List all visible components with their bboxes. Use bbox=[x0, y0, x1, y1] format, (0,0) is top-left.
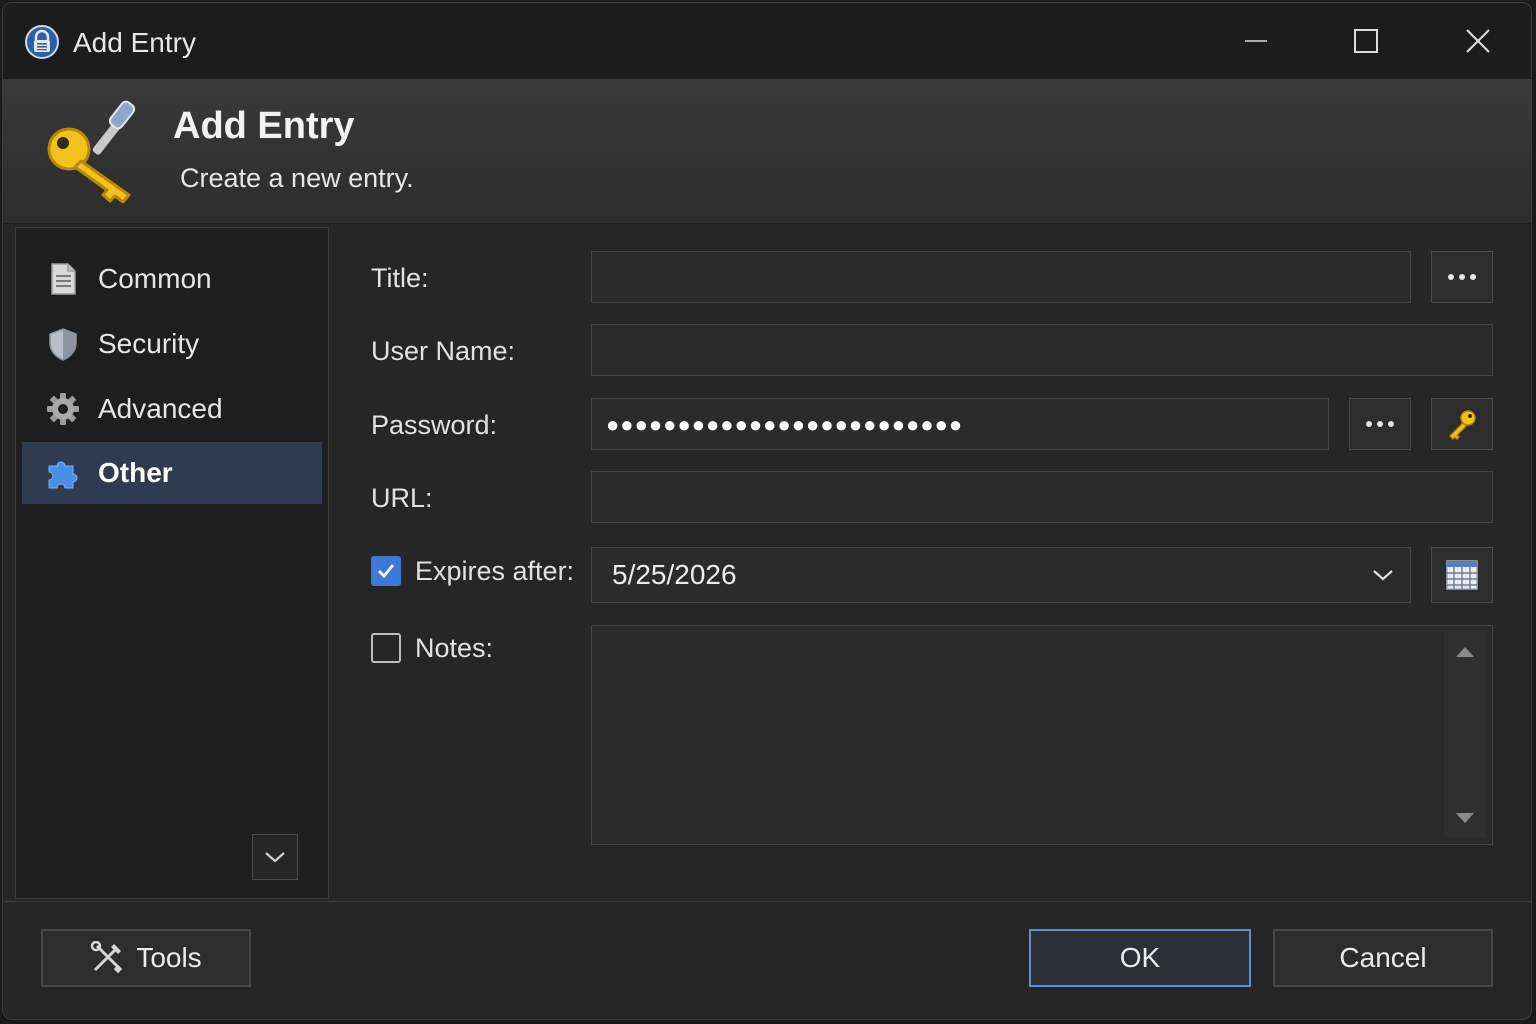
sidebar-item-label: Common bbox=[98, 263, 212, 294]
cancel-button[interactable]: Cancel bbox=[1273, 929, 1493, 987]
checkmark-icon bbox=[378, 564, 395, 579]
tools-button[interactable]: Tools bbox=[41, 929, 251, 987]
url-label: URL: bbox=[371, 483, 433, 513]
maximize-button[interactable] bbox=[1311, 3, 1421, 79]
window-title: Add Entry bbox=[73, 27, 196, 58]
title-input[interactable] bbox=[591, 251, 1411, 303]
sidebar-item-label: Advanced bbox=[98, 393, 223, 424]
sidebar-item-label: Other bbox=[98, 457, 173, 488]
app-lock-icon bbox=[25, 25, 59, 59]
expires-checkbox[interactable] bbox=[371, 556, 401, 586]
add-entry-dialog: Add Entry Add Entry Create a new entry. … bbox=[2, 2, 1532, 1020]
scroll-down-arrow-icon[interactable] bbox=[1455, 812, 1475, 824]
title-label: Title: bbox=[371, 263, 429, 293]
sidebar-item-security[interactable]: Security bbox=[22, 313, 322, 375]
password-reveal-button[interactable] bbox=[1349, 398, 1411, 450]
tools-icon bbox=[91, 941, 123, 974]
header-subtitle: Create a new entry. bbox=[180, 163, 414, 193]
username-label: User Name: bbox=[371, 336, 516, 366]
username-input[interactable] bbox=[591, 324, 1493, 376]
notes-textarea[interactable] bbox=[591, 625, 1493, 845]
footer-divider bbox=[3, 901, 1531, 902]
sidebar-scroll-button[interactable] bbox=[252, 834, 298, 880]
sidebar-item-advanced[interactable]: Advanced bbox=[22, 378, 322, 440]
maximize-icon bbox=[1354, 29, 1378, 53]
notes-scrollbar[interactable] bbox=[1444, 632, 1486, 838]
title-more-button[interactable] bbox=[1431, 251, 1493, 303]
password-generator-button[interactable] bbox=[1431, 398, 1493, 450]
gear-icon bbox=[47, 393, 79, 425]
ok-button[interactable]: OK bbox=[1029, 929, 1251, 987]
chevron-down-icon bbox=[1373, 570, 1393, 581]
calendar-icon bbox=[1446, 560, 1478, 590]
dialog-header: Add Entry Create a new entry. bbox=[3, 79, 1531, 224]
chevron-down-icon bbox=[265, 852, 285, 863]
expiry-date-value: 5/25/2026 bbox=[612, 559, 737, 590]
ok-label: OK bbox=[1119, 942, 1161, 973]
notes-label: Notes: bbox=[415, 633, 494, 663]
sidebar-item-common[interactable]: Common bbox=[22, 248, 322, 310]
close-button[interactable] bbox=[1423, 3, 1531, 79]
key-icon bbox=[47, 100, 136, 203]
more-dots-icon bbox=[1448, 274, 1476, 280]
expiry-date-picker[interactable]: 5/25/2026 bbox=[591, 547, 1411, 603]
password-label: Password: bbox=[371, 410, 498, 440]
cancel-label: Cancel bbox=[1339, 942, 1427, 973]
url-input[interactable] bbox=[591, 471, 1493, 523]
sidebar-item-label: Security bbox=[98, 328, 200, 359]
close-icon bbox=[1466, 29, 1490, 53]
calendar-button[interactable] bbox=[1431, 547, 1493, 603]
scroll-up-arrow-icon[interactable] bbox=[1455, 646, 1475, 658]
header-title: Add Entry bbox=[173, 105, 355, 147]
minimize-icon bbox=[1245, 40, 1267, 42]
category-sidebar: Common Security Advanced Other bbox=[15, 227, 329, 899]
expires-label: Expires after: bbox=[415, 556, 575, 586]
document-icon bbox=[51, 263, 76, 295]
password-mask: ●●●●●●●●●●●●●●●●●●●●●●●●● bbox=[606, 412, 964, 437]
password-input[interactable]: ●●●●●●●●●●●●●●●●●●●●●●●●● bbox=[591, 398, 1329, 450]
minimize-button[interactable] bbox=[1201, 3, 1311, 79]
tools-label: Tools bbox=[136, 942, 202, 973]
shield-icon bbox=[49, 328, 77, 361]
notes-checkbox[interactable] bbox=[371, 633, 401, 663]
key-icon bbox=[1449, 410, 1476, 440]
more-dots-icon bbox=[1366, 421, 1394, 427]
sidebar-item-other[interactable]: Other bbox=[22, 442, 322, 504]
puzzle-icon bbox=[48, 461, 78, 489]
title-bar: Add Entry bbox=[3, 3, 1531, 79]
